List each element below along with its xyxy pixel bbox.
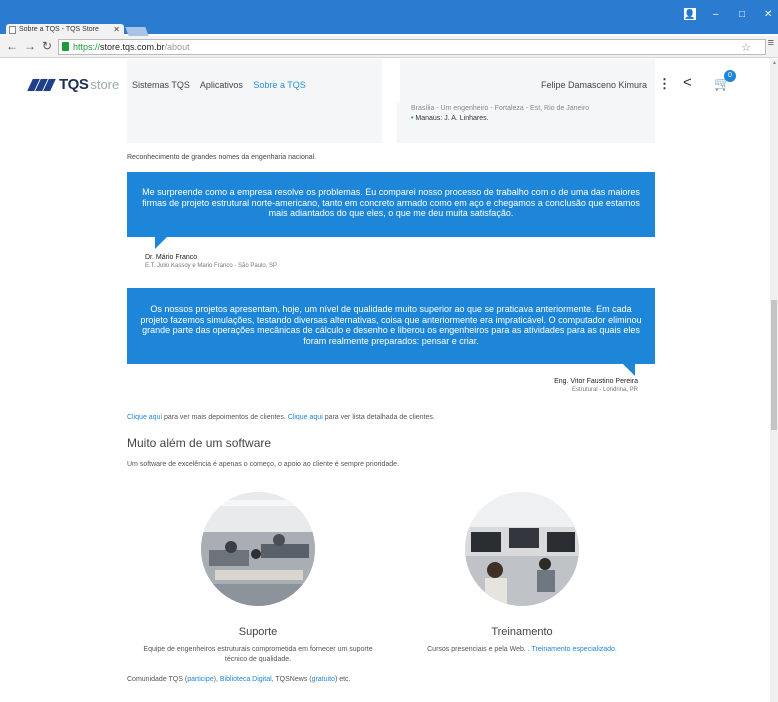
main-nav: Sistemas TQS Aplicativos Sobre a TQS bbox=[132, 80, 314, 90]
feature-title-training: Treinamento bbox=[491, 626, 553, 638]
nav-sistemas-tqs[interactable]: Sistemas TQS bbox=[132, 80, 190, 90]
browser-tab[interactable]: Sobre a TQS - TQS Store ✕ bbox=[6, 24, 124, 36]
bookmark-star-icon[interactable]: ☆ bbox=[741, 41, 751, 55]
url-host: store.tqs.com.br bbox=[100, 42, 165, 52]
training-link[interactable]: Treinamento especializado. bbox=[532, 646, 617, 653]
faded-text: Brasília - Um engenheiro - Fortaleza - E… bbox=[411, 105, 590, 112]
tab-title: Sobre a TQS - TQS Store bbox=[19, 26, 99, 33]
new-tab-button[interactable] bbox=[125, 27, 149, 36]
client-list-link[interactable]: Clique aqui bbox=[288, 414, 323, 421]
digital-library-link[interactable]: Biblioteca Digital bbox=[220, 676, 272, 683]
address-bar[interactable]: https://store.tqs.com.br/about ☆ bbox=[58, 39, 766, 55]
list-item: • Manaus: J. A. Linhares. bbox=[411, 115, 489, 122]
logo-text: TQS bbox=[59, 76, 89, 93]
info-box-left bbox=[127, 115, 382, 143]
reload-icon[interactable]: ↻ bbox=[42, 39, 52, 53]
back-icon[interactable]: ← bbox=[6, 39, 18, 53]
browser-toolbar: ← → ↻ https://store.tqs.com.br/about ☆ ≡ bbox=[0, 36, 778, 58]
info-box-right: Brasília - Um engenheiro - Fortaleza - E… bbox=[397, 103, 655, 143]
quote-tail bbox=[623, 364, 635, 376]
scroll-up-icon[interactable]: ▲ bbox=[772, 60, 777, 66]
page-icon bbox=[9, 26, 16, 34]
testimonial-quote: Os nossos projetos apresentam, hoje, um … bbox=[127, 288, 655, 364]
maximize-icon[interactable]: □ bbox=[739, 9, 745, 20]
close-window-icon[interactable]: ✕ bbox=[764, 9, 772, 20]
clients-links: Clique aqui para ver mais depoimentos de… bbox=[127, 414, 435, 421]
nav-aplicativos[interactable]: Aplicativos bbox=[200, 80, 243, 90]
tqsnews-link[interactable]: gratuito bbox=[312, 676, 335, 683]
browser-titlebar: Sobre a TQS - TQS Store ✕ 👤 – □ ✕ bbox=[0, 0, 778, 36]
feature-title-support: Suporte bbox=[238, 626, 278, 638]
section-subtitle: Um software de excelência é apenas o com… bbox=[127, 461, 399, 468]
testimonial-quote: Me surpreende como a empresa resolve os … bbox=[127, 172, 655, 237]
url-scheme: https:// bbox=[73, 42, 101, 52]
profile-icon[interactable]: 👤 bbox=[684, 8, 696, 20]
participe-link[interactable]: participe bbox=[187, 676, 213, 683]
more-testimonials-link[interactable]: Clique aqui bbox=[127, 414, 162, 421]
testimonial-author: Eng. Vitor Faustino Pereira bbox=[554, 378, 638, 385]
minimize-icon[interactable]: – bbox=[713, 9, 719, 20]
section-title: Muito além de um software bbox=[127, 436, 272, 450]
support-team-photo bbox=[201, 492, 315, 606]
browser-menu-icon[interactable]: ≡ bbox=[768, 37, 774, 49]
quote-tail bbox=[155, 237, 167, 249]
forward-icon[interactable]: → bbox=[24, 39, 36, 53]
testimonial-author: Dr. Mário Franco bbox=[145, 254, 198, 261]
share-icon[interactable]: < bbox=[683, 74, 692, 91]
close-tab-icon[interactable]: ✕ bbox=[113, 25, 120, 34]
scrollbar-thumb[interactable] bbox=[771, 300, 777, 430]
feature-desc-training: Cursos presenciais e pela Web. . Treinam… bbox=[427, 646, 617, 653]
more-vertical-icon[interactable]: ⋮ bbox=[658, 76, 671, 92]
logo-store: store bbox=[90, 77, 120, 92]
training-photo bbox=[465, 492, 579, 606]
testimonial-role: E.T. Julio Kassoy e Mario Franco · São P… bbox=[145, 263, 278, 269]
lock-icon bbox=[62, 42, 69, 51]
cart-count-badge: 0 bbox=[724, 70, 736, 82]
feature-desc-support: Equipe de engenheiros estruturais compro… bbox=[143, 646, 373, 663]
logo-mark-icon bbox=[27, 78, 56, 91]
testimonial-role: Estrutural - Londrina, PR bbox=[571, 387, 638, 393]
tqs-logo[interactable]: TQS store bbox=[27, 76, 120, 93]
url-path: /about bbox=[164, 42, 190, 52]
user-name[interactable]: Felipe Damasceno Kimura bbox=[541, 80, 647, 90]
recognition-text: Reconhecimento de grandes nomes da engen… bbox=[127, 154, 317, 161]
nav-sobre-a-tqs[interactable]: Sobre a TQS bbox=[253, 80, 305, 90]
community-links: Comunidade TQS (participe), Biblioteca D… bbox=[127, 676, 351, 683]
